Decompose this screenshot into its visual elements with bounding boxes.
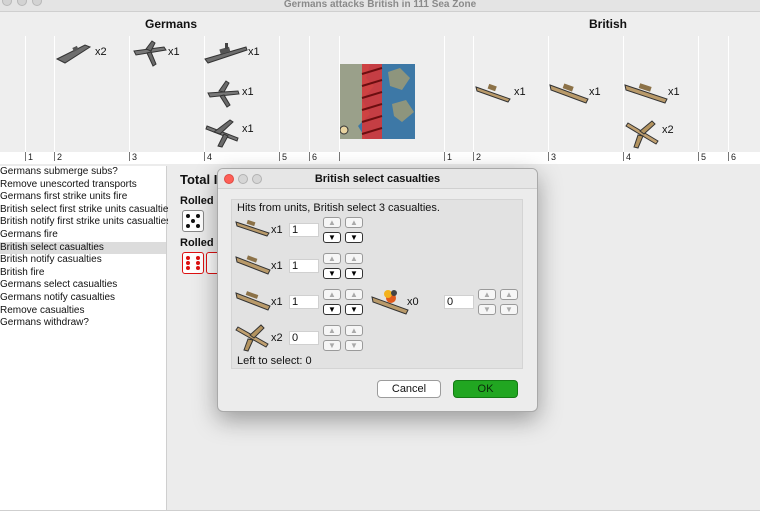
slot-ruler: 1 2 3 4 5 6 1 2 3 4 5 6 [0, 152, 760, 164]
left-to-select-label: Left to select: 0 [237, 355, 312, 367]
die-icon [182, 210, 204, 232]
step-item[interactable]: Germans notify casualties [0, 292, 166, 305]
step-item[interactable]: Germans fire [0, 229, 166, 242]
cruiser-increment-max-button[interactable]: ▲ [345, 253, 363, 264]
destroyer-decrement-min-button[interactable]: ▼ [345, 232, 363, 243]
battleship-icon [235, 288, 271, 315]
step-item[interactable]: Germans first strike units fire [0, 191, 166, 204]
german-battleship-icon: x1 [204, 39, 260, 67]
battleship-increment-max-button[interactable]: ▲ [345, 289, 363, 300]
cruiser-decrement-button[interactable]: ▼ [323, 268, 341, 279]
fighter-decrement-button[interactable]: ▼ [323, 340, 341, 351]
step-item[interactable]: Remove casualties [0, 305, 166, 318]
sea-zone-terrain-image [340, 64, 415, 139]
cruiser-increment-button[interactable]: ▲ [323, 253, 341, 264]
damaged-increment-button[interactable]: ▲ [478, 289, 496, 300]
british-battleship-icon: x1 [624, 79, 680, 107]
battleship-decrement-button[interactable]: ▼ [323, 304, 341, 315]
british-fighter-icon: x2 [624, 117, 674, 149]
hits-message: Hits from units, British select 3 casual… [237, 202, 440, 214]
step-item[interactable]: Germans select casualties [0, 279, 166, 292]
battleship-decrement-min-button[interactable]: ▼ [345, 304, 363, 315]
dialog-title: British select casualties [314, 173, 441, 185]
window-title: Germans attacks British in 111 Sea Zone [283, 0, 477, 10]
cruiser-icon [235, 252, 271, 279]
battle-board: Germans British x2 x1 x1 x1 x1 x1 x1 x1 … [0, 12, 760, 164]
step-item[interactable]: Germans withdraw? [0, 317, 166, 330]
hit-die-icon [182, 252, 204, 274]
step-item[interactable]: British notify casualties [0, 254, 166, 267]
step-item[interactable]: British notify first strike units casual… [0, 216, 171, 229]
step-item[interactable]: British fire [0, 267, 166, 280]
british-cruiser-icon: x1 [549, 79, 601, 107]
damaged-battleship-icon [371, 288, 409, 319]
cruiser-casualty-field[interactable]: 1 [289, 259, 319, 273]
damaged-increment-max-button[interactable]: ▲ [500, 289, 518, 300]
fighter-casualty-field[interactable]: 0 [289, 331, 319, 345]
battleship-increment-button[interactable]: ▲ [323, 289, 341, 300]
status-strip [0, 510, 760, 515]
attacker-label: Germans [145, 17, 198, 31]
fighter-increment-button[interactable]: ▲ [323, 325, 341, 336]
damaged-decrement-min-button[interactable]: ▼ [500, 304, 518, 315]
damaged-decrement-button[interactable]: ▼ [478, 304, 496, 315]
cancel-button[interactable]: Cancel [377, 380, 441, 398]
german-submarine-icon: x2 [55, 39, 107, 65]
fighter-increment-max-button[interactable]: ▲ [345, 325, 363, 336]
damaged-battleship-casualty-field[interactable]: 0 [444, 295, 474, 309]
step-item[interactable]: British select first strike units casual… [0, 204, 173, 217]
german-fighter-icon: x1 [204, 79, 254, 109]
step-item-selected[interactable]: British select casualties [0, 241, 166, 255]
select-casualties-dialog: British select casualties Hits from unit… [217, 168, 538, 412]
destroyer-casualty-field[interactable]: 1 [289, 223, 319, 237]
german-bomber-icon: x1 [204, 116, 254, 148]
destroyer-decrement-button[interactable]: ▼ [323, 232, 341, 243]
german-fighter-icon: x1 [130, 39, 180, 69]
dialog-titlebar: British select casualties [218, 169, 537, 189]
casualty-selection-panel: Hits from units, British select 3 casual… [231, 199, 523, 369]
fighter-decrement-min-button[interactable]: ▼ [345, 340, 363, 351]
step-item[interactable]: Germans submerge subs? [0, 166, 166, 179]
total-hits-label: Total I [180, 172, 218, 187]
fighter-icon [235, 322, 271, 355]
british-destroyer-icon: x1 [474, 79, 526, 105]
step-item[interactable]: Remove unescorted transports [0, 179, 166, 192]
destroyer-increment-max-button[interactable]: ▲ [345, 217, 363, 228]
destroyer-increment-button[interactable]: ▲ [323, 217, 341, 228]
window-titlebar: Germans attacks British in 111 Sea Zone [0, 0, 760, 12]
ok-button[interactable]: OK [453, 380, 518, 398]
cruiser-decrement-min-button[interactable]: ▼ [345, 268, 363, 279]
destroyer-icon [235, 216, 271, 241]
battleship-casualty-field[interactable]: 1 [289, 295, 319, 309]
battle-steps-list[interactable]: Germans submerge subs? Remove unescorted… [0, 166, 173, 510]
defender-label: British [589, 17, 628, 31]
